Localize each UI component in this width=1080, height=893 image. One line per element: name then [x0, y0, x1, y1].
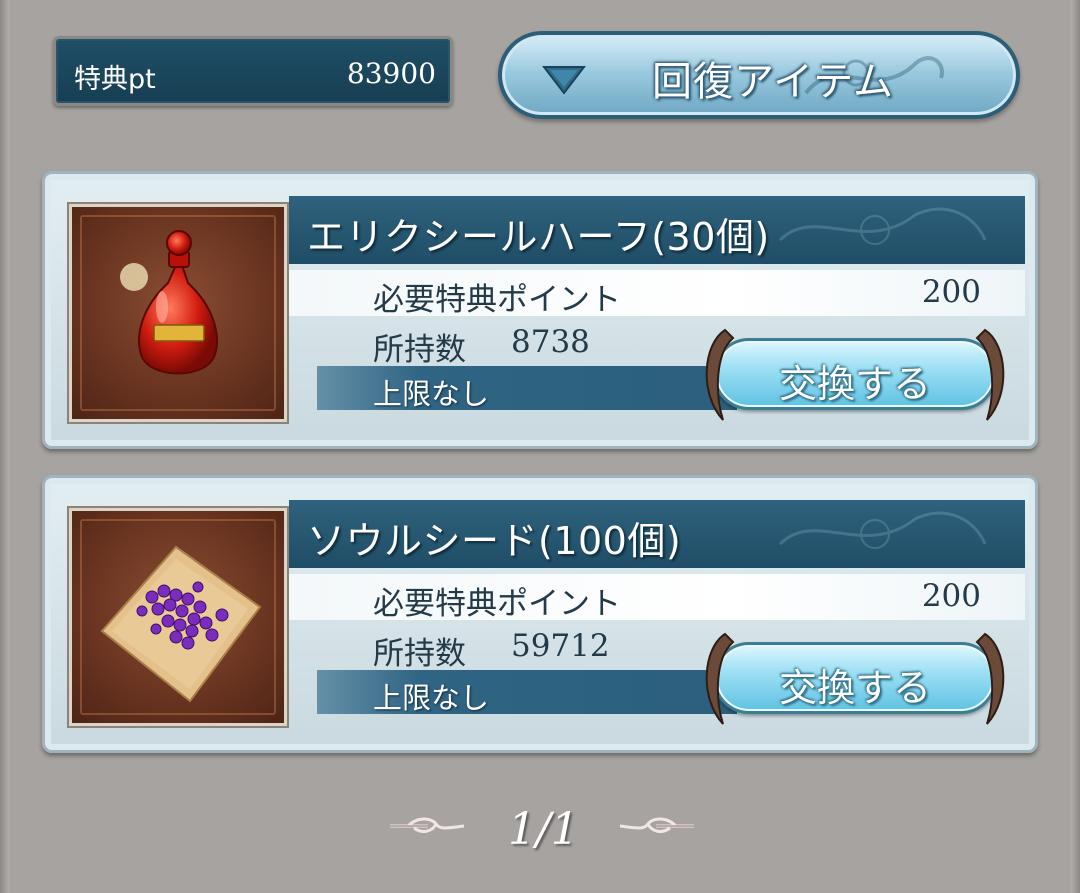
pagination: 1/1	[0, 800, 1080, 860]
horn-ornament-icon	[975, 328, 1005, 421]
cost-label: 必要特典ポイント	[373, 282, 621, 318]
points-value: 83900	[346, 57, 436, 90]
item-card: ソウルシード(100個) 必要特典ポイント 200 所持数 59712 上限なし…	[42, 475, 1038, 753]
cost-label: 必要特典ポイント	[373, 586, 621, 622]
exchange-button-body[interactable]: 交換する	[713, 338, 997, 410]
cost-value: 200	[921, 578, 981, 614]
page-indicator: 1/1	[508, 804, 579, 855]
item-title-bar: ソウルシード(100個)	[289, 500, 1025, 568]
frame-left-edge	[0, 0, 10, 893]
ornament-decoration-icon	[778, 511, 987, 549]
exchange-button-label: 交換する	[778, 362, 931, 406]
item-card: エリクシールハーフ(30個) 必要特典ポイント 200 所持数 8738 上限な…	[42, 171, 1038, 449]
horn-ornament-icon	[705, 632, 735, 725]
limit-text: 上限なし	[373, 681, 490, 715]
horn-ornament-icon	[705, 328, 735, 421]
limit-bar: 上限なし	[317, 670, 737, 715]
cost-value: 200	[921, 274, 981, 310]
owned-label: 所持数	[373, 636, 466, 672]
item-name: ソウルシード(100個)	[307, 519, 682, 563]
ornament-decoration-icon	[778, 207, 987, 245]
next-page-icon[interactable]	[618, 814, 696, 838]
item-name: エリクシールハーフ(30個)	[307, 215, 770, 259]
owned-value: 8738	[511, 324, 590, 360]
points-box: 特典pt 83900	[53, 36, 453, 106]
owned-value: 59712	[511, 628, 610, 664]
item-thumbnail	[69, 508, 287, 726]
previous-page-icon[interactable]	[388, 814, 466, 838]
triangle-down-icon	[542, 66, 586, 95]
category-label: 回復アイテム	[652, 59, 894, 105]
exchange-button[interactable]: 交換する	[695, 324, 1015, 424]
frame-right-edge	[1070, 0, 1080, 893]
item-thumbnail	[69, 204, 287, 422]
exchange-button-body[interactable]: 交換する	[713, 642, 997, 714]
exchange-button-label: 交換する	[778, 666, 931, 710]
limit-bar: 上限なし	[317, 366, 737, 411]
limit-text: 上限なし	[373, 377, 490, 411]
cost-row: 必要特典ポイント 200	[289, 270, 1025, 318]
points-label: 特典pt	[74, 64, 156, 95]
horn-ornament-icon	[975, 632, 1005, 725]
item-title-bar: エリクシールハーフ(30個)	[289, 196, 1025, 264]
category-dropdown[interactable]: 回復アイテム	[498, 31, 1020, 119]
exchange-button[interactable]: 交換する	[695, 628, 1015, 728]
owned-label: 所持数	[373, 332, 466, 368]
cost-row: 必要特典ポイント 200	[289, 574, 1025, 622]
